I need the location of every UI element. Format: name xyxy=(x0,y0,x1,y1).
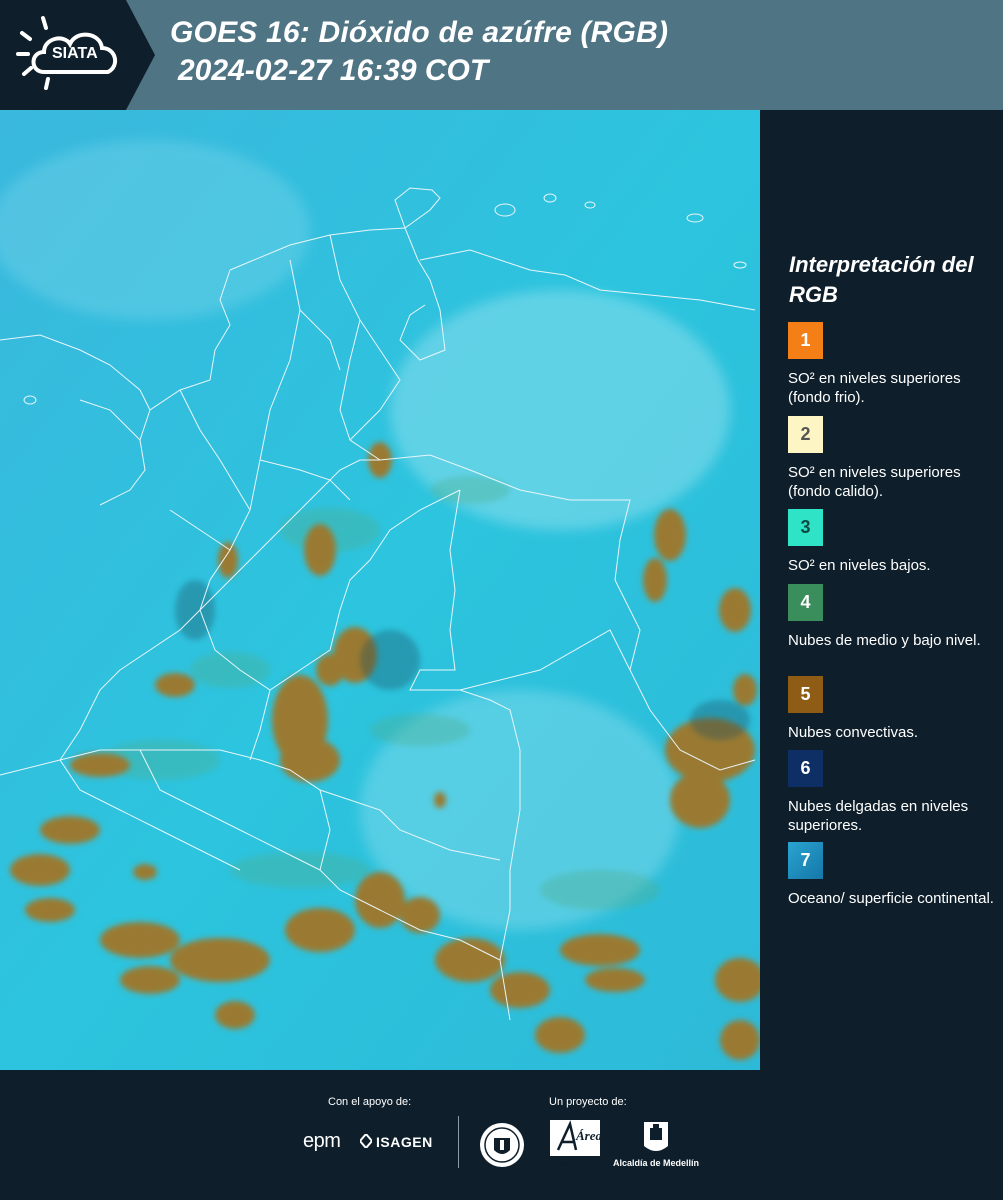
legend-item-6: 6 Nubes delgadas en niveles superiores. xyxy=(788,750,998,835)
page-title: GOES 16: Dióxido de azúfre (RGB) xyxy=(170,16,669,49)
project-label: Un proyecto de: xyxy=(549,1096,627,1108)
area-metropolitana-name: Área xyxy=(576,1128,602,1143)
legend-text-6: Nubes delgadas en niveles superiores. xyxy=(788,798,969,834)
legend-item-2: 2 SO² en niveles superiores (fondo calid… xyxy=(788,416,998,515)
legend-text-2: SO² en niveles superiores (fondo calido)… xyxy=(788,464,961,500)
legend-swatch-4: 4 xyxy=(788,584,823,621)
legend-item-3: 3 SO² en niveles bajos. xyxy=(788,509,998,575)
legend-text-3: SO² en niveles bajos. xyxy=(788,557,931,574)
legend-text-1: SO² en niveles superiores (fondo frio). xyxy=(788,370,961,406)
page-datetime: 2024-02-27 16:39 COT xyxy=(178,54,489,87)
legend-swatch-1: 1 xyxy=(788,322,823,359)
isagen-logo[interactable]: ISAGEN xyxy=(376,1134,433,1150)
legend-text-7: Oceano/ superficie continental. xyxy=(788,890,994,907)
siata-logo[interactable]: SIATA xyxy=(0,0,155,110)
legend-swatch-2: 2 xyxy=(788,416,823,453)
legend-swatch-5: 5 xyxy=(788,676,823,713)
footer-divider xyxy=(458,1116,459,1168)
legend-item-1: 1 SO² en niveles superiores (fondo frio)… xyxy=(788,322,998,407)
isagen-icon xyxy=(360,1134,372,1148)
legend-panel: Interpretación del RGB 1 SO² en niveles … xyxy=(760,110,1003,1070)
legend-swatch-7: 7 xyxy=(788,842,823,879)
legend-swatch-6: 6 xyxy=(788,750,823,787)
legend-title: Interpretación del RGB xyxy=(789,252,974,307)
legend-item-7: 7 Oceano/ superficie continental. xyxy=(788,842,998,908)
alcaldia-label: Alcaldía de Medellín xyxy=(613,1158,700,1168)
epm-logo[interactable]: epm xyxy=(303,1130,341,1153)
alcaldia-shield-icon[interactable] xyxy=(612,1120,700,1156)
legend-item-4: 4 Nubes de medio y bajo nivel. xyxy=(788,584,998,650)
satellite-map[interactable] xyxy=(0,110,760,1070)
legend-item-5: 5 Nubes convectivas. xyxy=(788,676,998,742)
legend-swatch-3: 3 xyxy=(788,509,823,546)
siata-logo-text: SIATA xyxy=(52,45,98,62)
medellin-seal-icon[interactable] xyxy=(478,1120,526,1170)
legend-text-5: Nubes convectivas. xyxy=(788,724,919,741)
header-bar: SIATA GOES 16: Dióxido de azúfre (RGB) 2… xyxy=(0,0,1003,110)
area-metropolitana-subtitle: METROPOLITANA Valle de Aburrá xyxy=(554,1156,598,1168)
support-label: Con el apoyo de: xyxy=(328,1096,412,1108)
legend-text-4: Nubes de medio y bajo nivel. xyxy=(788,632,981,649)
footer: Con el apoyo de: Un proyecto de: epm ISA… xyxy=(0,1070,1003,1200)
satellite-image xyxy=(0,110,760,1070)
